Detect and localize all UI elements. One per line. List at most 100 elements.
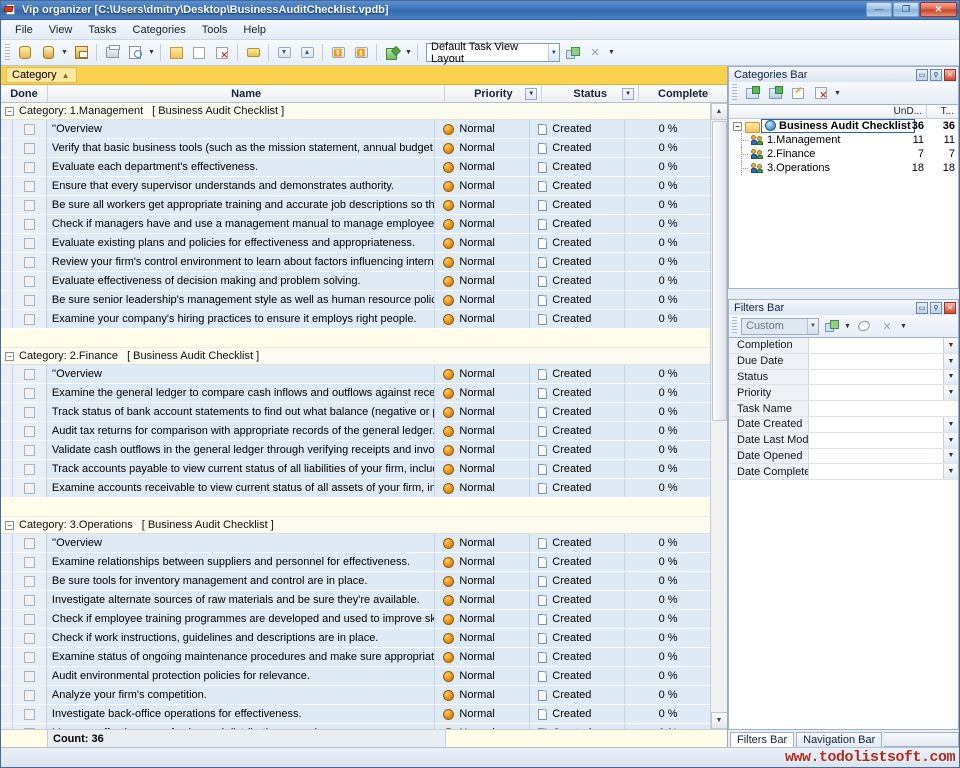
task-complete-cell[interactable]: 0 % — [625, 705, 711, 723]
task-status-cell[interactable]: Created — [530, 403, 625, 421]
task-done-cell[interactable] — [13, 403, 47, 421]
task-priority-cell[interactable]: Normal — [435, 460, 530, 478]
task-complete-cell[interactable]: 0 % — [625, 591, 711, 609]
task-priority-cell[interactable]: Normal — [435, 365, 530, 383]
task-done-cell[interactable] — [13, 460, 47, 478]
collapse-icon[interactable]: − — [5, 107, 14, 116]
task-status-cell[interactable]: Created — [530, 272, 625, 290]
done-checkbox[interactable] — [24, 709, 35, 720]
task-complete-cell[interactable]: 0 % — [625, 479, 711, 497]
filter-value-field[interactable]: ▼ — [809, 433, 958, 448]
task-done-cell[interactable] — [13, 384, 47, 402]
task-row[interactable]: Be sure tools for inventory management a… — [1, 572, 711, 591]
task-done-cell[interactable] — [13, 591, 47, 609]
task-row[interactable]: Ensure that every supervisor understands… — [1, 177, 711, 196]
column-header-status[interactable]: Status ▼ — [542, 85, 639, 102]
filter-row[interactable]: Due Date▼ — [729, 354, 958, 370]
chevron-down-icon[interactable]: ▼ — [833, 90, 842, 97]
new-category-icon[interactable] — [741, 82, 763, 104]
task-row[interactable]: Examine status of ongoing maintenance pr… — [1, 648, 711, 667]
done-checkbox[interactable] — [24, 595, 35, 606]
task-done-cell[interactable] — [13, 572, 47, 590]
task-row[interactable]: Investigate back-office operations for e… — [1, 705, 711, 724]
filter-value-field[interactable] — [809, 401, 958, 416]
done-checkbox[interactable] — [24, 238, 35, 249]
filter-row[interactable]: Date Completed▼ — [729, 464, 958, 480]
toolbar-grip[interactable] — [732, 317, 737, 335]
menu-categories[interactable]: Categories — [125, 22, 194, 38]
chevron-down-icon[interactable]: ▼ — [943, 464, 958, 479]
category-tree-item[interactable]: −Business Audit Checklist3636 — [729, 119, 958, 133]
delete-task-icon[interactable] — [211, 42, 233, 64]
save-as-icon[interactable] — [70, 42, 92, 64]
panel-menu-icon[interactable]: ▭ — [916, 69, 928, 81]
task-complete-cell[interactable]: 0 % — [625, 384, 711, 402]
task-status-cell[interactable]: Created — [530, 441, 625, 459]
task-priority-cell[interactable]: Normal — [435, 686, 530, 704]
task-status-cell[interactable]: Created — [530, 253, 625, 271]
task-status-cell[interactable]: Created — [530, 610, 625, 628]
done-checkbox[interactable] — [24, 426, 35, 437]
collapse-icon[interactable]: − — [5, 352, 14, 361]
task-complete-cell[interactable]: 0 % — [625, 139, 711, 157]
task-name-cell[interactable]: Evaluate each department's effectiveness… — [47, 158, 436, 176]
done-checkbox[interactable] — [24, 614, 35, 625]
task-status-cell[interactable]: Created — [530, 705, 625, 723]
category-tree-item[interactable]: 2.Finance77 — [729, 147, 958, 161]
clear-layout-icon[interactable]: ✕ — [584, 42, 606, 64]
maximize-button[interactable]: ❐ — [893, 2, 919, 17]
apply-filter-icon[interactable] — [820, 315, 842, 337]
task-status-cell[interactable]: Created — [530, 460, 625, 478]
task-status-cell[interactable]: Created — [530, 384, 625, 402]
task-name-cell[interactable]: Check if managers have and use a managem… — [47, 215, 436, 233]
done-checkbox[interactable] — [24, 257, 35, 268]
task-row[interactable]: ''OverviewNormalCreated0 % — [1, 365, 711, 384]
done-checkbox[interactable] — [24, 219, 35, 230]
done-checkbox[interactable] — [24, 445, 35, 456]
task-name-cell[interactable]: Audit tax returns for comparison with ap… — [47, 422, 436, 440]
task-priority-cell[interactable]: Normal — [435, 384, 530, 402]
task-priority-cell[interactable]: Normal — [435, 234, 530, 252]
task-complete-cell[interactable]: 0 % — [625, 648, 711, 666]
task-done-cell[interactable] — [13, 705, 47, 723]
task-name-cell[interactable]: ''Overview — [47, 534, 436, 552]
task-status-cell[interactable]: Created — [530, 572, 625, 590]
task-row[interactable]: Examine relationships between suppliers … — [1, 553, 711, 572]
pin-icon[interactable]: ⚲ — [930, 69, 942, 81]
task-status-cell[interactable]: Created — [530, 534, 625, 552]
task-done-cell[interactable] — [13, 253, 47, 271]
task-priority-cell[interactable]: Normal — [435, 705, 530, 723]
task-complete-cell[interactable]: 0 % — [625, 310, 711, 328]
task-priority-cell[interactable]: Normal — [435, 479, 530, 497]
filter-value-field[interactable]: ▼ — [809, 354, 958, 369]
task-complete-cell[interactable]: 0 % — [625, 553, 711, 571]
move-up-icon[interactable]: ▲ — [296, 42, 318, 64]
chevron-down-icon[interactable]: ▼ — [943, 338, 958, 353]
done-checkbox[interactable] — [24, 483, 35, 494]
task-complete-cell[interactable]: 0 % — [625, 667, 711, 685]
minimize-button[interactable]: — — [866, 2, 892, 17]
tab-navigation-bar[interactable]: Navigation Bar — [796, 732, 882, 747]
column-header-undone[interactable]: UnD... — [894, 105, 926, 118]
filter-row[interactable]: Date Last Modifi▼ — [729, 433, 958, 449]
done-checkbox[interactable] — [24, 162, 35, 173]
delete-category-icon[interactable] — [810, 82, 832, 104]
task-row[interactable]: Be sure all workers get appropriate trai… — [1, 196, 711, 215]
task-done-cell[interactable] — [13, 177, 47, 195]
done-checkbox[interactable] — [24, 407, 35, 418]
task-complete-cell[interactable]: 0 % — [625, 365, 711, 383]
filter-value-field[interactable]: ▼ — [809, 385, 958, 400]
task-complete-cell[interactable]: 0 % — [625, 572, 711, 590]
complete-icon[interactable] — [381, 42, 403, 64]
done-checkbox[interactable] — [24, 295, 35, 306]
task-name-cell[interactable]: Be sure tools for inventory management a… — [47, 572, 436, 590]
edit-task-icon[interactable] — [188, 42, 210, 64]
task-row[interactable]: Evaluate existing plans and policies for… — [1, 234, 711, 253]
reset-filter-icon[interactable]: ✕ — [876, 315, 898, 337]
task-priority-cell[interactable]: Normal — [435, 291, 530, 309]
toolbar-grip[interactable] — [732, 84, 737, 102]
chevron-down-icon[interactable]: ▼ — [943, 433, 958, 448]
task-status-cell[interactable]: Created — [530, 139, 625, 157]
close-button[interactable]: ✕ — [920, 2, 957, 17]
done-checkbox[interactable] — [24, 181, 35, 192]
